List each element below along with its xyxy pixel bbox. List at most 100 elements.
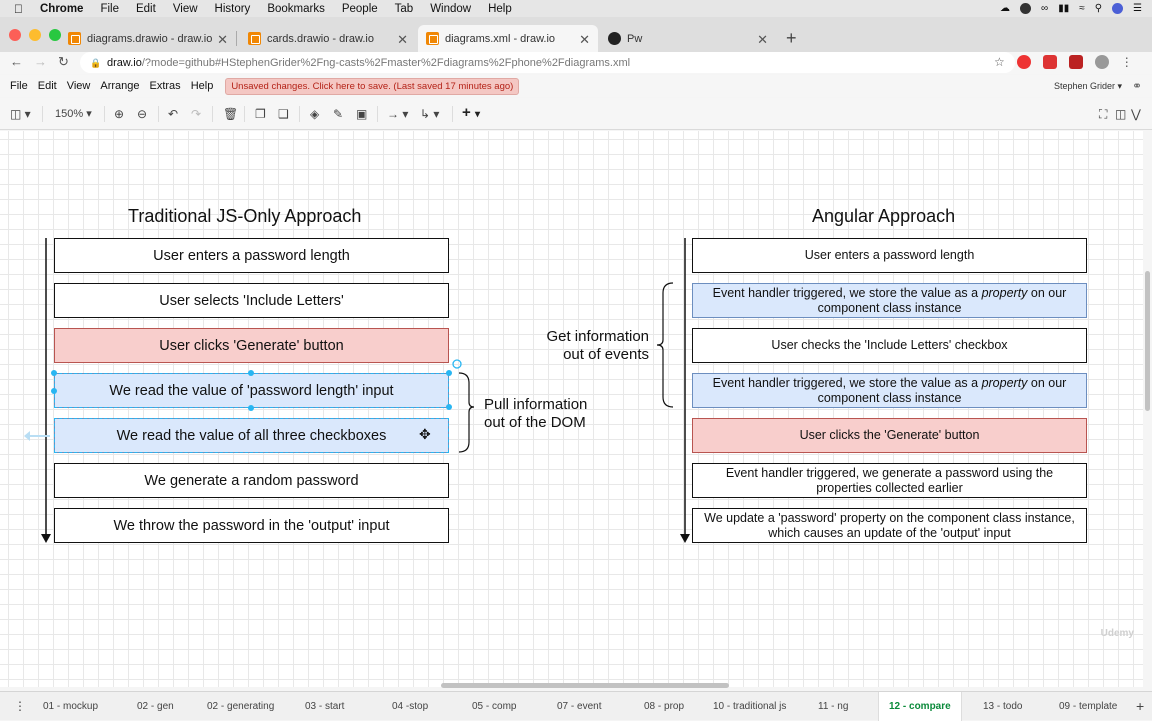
page-tab[interactable]: 04 -stop: [392, 701, 428, 712]
delete-icon[interactable]: 🗑: [223, 107, 238, 121]
forward-icon[interactable]: →: [34, 54, 47, 69]
resize-handle[interactable]: [51, 370, 57, 376]
menu-window[interactable]: Window: [430, 3, 471, 15]
minimize-window-button[interactable]: [29, 29, 41, 41]
menu-file[interactable]: File: [100, 3, 119, 15]
page-tab[interactable]: 02 - generating: [207, 701, 274, 712]
format-panel-icon[interactable]: ◫: [1115, 107, 1126, 121]
left-step-box-selected[interactable]: We read the value of all three checkboxe…: [54, 418, 449, 453]
close-tab-icon[interactable]: ✕: [579, 32, 590, 48]
fullscreen-icon[interactable]: ⛶: [1099, 107, 1107, 122]
drawio-menu-help[interactable]: Help: [191, 80, 214, 92]
page-tab[interactable]: 03 - start: [305, 701, 344, 712]
new-tab-button[interactable]: +: [786, 28, 797, 49]
menu-view[interactable]: View: [173, 3, 198, 15]
pull-information-note[interactable]: Pull information out of the DOM: [484, 396, 587, 432]
vertical-scrollbar[interactable]: [1143, 131, 1152, 687]
right-step-box[interactable]: User checks the 'Include Letters' checkb…: [692, 328, 1087, 363]
page-tab[interactable]: 05 - comp: [472, 701, 516, 712]
lock-icon[interactable]: 🔒: [90, 58, 101, 68]
cloud-icon[interactable]: ☁: [1000, 3, 1010, 14]
profile-avatar-icon[interactable]: [1094, 55, 1109, 69]
glasses-icon[interactable]: ∞: [1041, 3, 1048, 14]
siri-icon[interactable]: [1112, 3, 1124, 14]
zoom-in-icon[interactable]: ⊕: [114, 107, 124, 121]
page-tab[interactable]: 08 - prop: [644, 701, 684, 712]
zoom-out-icon[interactable]: ⊖: [137, 107, 147, 121]
wifi-icon[interactable]: ≈: [1079, 3, 1085, 14]
right-step-box[interactable]: User enters a password length: [692, 238, 1087, 273]
resize-handle[interactable]: [446, 370, 452, 376]
resize-handle[interactable]: [248, 405, 254, 411]
get-information-note[interactable]: Get information out of events: [540, 328, 649, 364]
shadow-icon[interactable]: ▣: [356, 107, 367, 121]
left-step-box[interactable]: We throw the password in the 'output' in…: [54, 508, 449, 543]
zoom-select[interactable]: 150% ▾: [55, 107, 92, 120]
page-tab-active[interactable]: 12 - compare: [878, 692, 962, 721]
left-step-box[interactable]: User selects 'Include Letters': [54, 283, 449, 318]
page-tab[interactable]: 07 - event: [557, 701, 601, 712]
browser-tab[interactable]: diagrams.drawio - draw.io ✕: [60, 25, 237, 52]
user-menu[interactable]: Stephen Grider ▾: [1054, 81, 1122, 92]
menu-bookmarks[interactable]: Bookmarks: [267, 3, 325, 15]
pages-menu-icon[interactable]: ⋮: [14, 699, 26, 713]
red-extension-icon[interactable]: [1042, 55, 1057, 69]
battery-icon[interactable]: ▮▮: [1058, 3, 1069, 14]
close-window-button[interactable]: [9, 29, 21, 41]
browser-tab[interactable]: Pw ✕: [600, 25, 776, 52]
menu-history[interactable]: History: [215, 3, 251, 15]
right-step-box-event[interactable]: Event handler triggered, we store the va…: [692, 373, 1087, 408]
page-tab[interactable]: 09 - template: [1059, 701, 1117, 712]
fill-color-icon[interactable]: ◈: [310, 107, 319, 121]
drawio-menu-extras[interactable]: Extras: [150, 80, 181, 92]
page-tab[interactable]: 11 - ng: [818, 701, 848, 712]
close-tab-icon[interactable]: ✕: [397, 32, 408, 48]
line-color-icon[interactable]: ✎: [333, 107, 343, 121]
to-front-icon[interactable]: ❐: [255, 107, 266, 121]
browser-tab-active[interactable]: diagrams.xml - draw.io ✕: [418, 25, 598, 52]
redo-icon[interactable]: ↷: [191, 107, 201, 121]
status-app-icon[interactable]: [1020, 3, 1032, 14]
menu-people[interactable]: People: [342, 3, 378, 15]
resize-handle[interactable]: [51, 388, 57, 394]
waypoints-icon[interactable]: ↳ ▾: [420, 107, 439, 121]
reload-icon[interactable]: ↻: [58, 54, 69, 70]
drawio-menu-file[interactable]: File: [10, 80, 28, 92]
right-step-box[interactable]: Event handler triggered, we generate a p…: [692, 463, 1087, 498]
chrome-menu-icon[interactable]: ⋮: [1121, 55, 1133, 69]
bookmark-star-icon[interactable]: ☆: [994, 55, 1005, 69]
left-step-box[interactable]: We generate a random password: [54, 463, 449, 498]
globe-icon[interactable]: ⚭: [1132, 79, 1142, 93]
unsaved-changes-notice[interactable]: Unsaved changes. Click here to save. (La…: [225, 77, 520, 95]
page-tab[interactable]: 10 - traditional js: [713, 701, 786, 712]
connection-icon[interactable]: → ▾: [387, 107, 408, 121]
shield-extension-icon[interactable]: [1068, 55, 1083, 69]
format-panel-toggle-icon[interactable]: ◫ ▾: [10, 107, 31, 121]
opera-extension-icon[interactable]: [1016, 55, 1031, 69]
page-tab[interactable]: 13 - todo: [983, 701, 1022, 712]
diagram-canvas[interactable]: Traditional JS-Only Approach Angular App…: [0, 131, 1143, 687]
menu-edit[interactable]: Edit: [136, 3, 156, 15]
horizontal-scrollbar[interactable]: [441, 683, 729, 688]
back-icon[interactable]: ←: [10, 54, 23, 69]
menu-help[interactable]: Help: [488, 3, 512, 15]
undo-icon[interactable]: ↶: [168, 107, 178, 121]
notification-center-icon[interactable]: ☰: [1133, 3, 1142, 14]
close-tab-icon[interactable]: ✕: [757, 32, 768, 48]
search-icon[interactable]: ⚲: [1095, 3, 1102, 14]
browser-tab[interactable]: cards.drawio - draw.io ✕: [240, 25, 416, 52]
drawio-menu-arrange[interactable]: Arrange: [100, 80, 139, 92]
collapse-icon[interactable]: ⋁: [1131, 107, 1141, 121]
drawio-menu-view[interactable]: View: [67, 80, 91, 92]
right-step-box-highlighted[interactable]: User clicks the 'Generate' button: [692, 418, 1087, 453]
page-tab[interactable]: 01 - mockup: [43, 701, 98, 712]
menu-app-name[interactable]: Chrome: [40, 3, 83, 15]
add-page-icon[interactable]: +: [1136, 698, 1144, 714]
left-step-box-selected[interactable]: We read the value of 'password length' i…: [54, 373, 449, 408]
left-step-box-highlighted[interactable]: User clicks 'Generate' button: [54, 328, 449, 363]
right-step-box-event[interactable]: Event handler triggered, we store the va…: [692, 283, 1087, 318]
left-step-box[interactable]: User enters a password length: [54, 238, 449, 273]
drawio-menu-edit[interactable]: Edit: [38, 80, 57, 92]
to-back-icon[interactable]: ❑: [278, 107, 289, 121]
apple-icon[interactable]: : [14, 2, 23, 16]
